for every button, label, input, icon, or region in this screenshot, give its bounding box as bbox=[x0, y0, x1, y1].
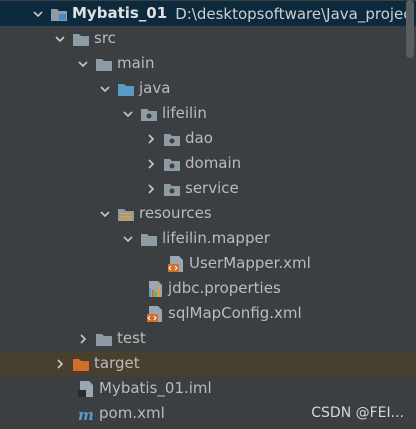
vertical-scrollbar[interactable] bbox=[406, 0, 414, 58]
tree-label-main: main bbox=[117, 54, 155, 72]
resources-root-folder-icon bbox=[117, 205, 135, 223]
tree-row-dao[interactable]: dao bbox=[0, 126, 416, 151]
chevron-down-icon[interactable] bbox=[30, 1, 46, 26]
tree-label-lifeilin-mapper: lifeilin.mapper bbox=[162, 229, 270, 247]
tree-label-iml: Mybatis_01.iml bbox=[99, 379, 212, 397]
tree-label-test: test bbox=[117, 329, 146, 347]
properties-file-icon bbox=[146, 280, 164, 298]
package-icon bbox=[163, 130, 181, 148]
folder-icon bbox=[72, 30, 90, 48]
tree-row-target[interactable]: target bbox=[0, 351, 416, 376]
xml-file-icon bbox=[167, 255, 185, 273]
tree-row-usermapper-xml[interactable]: UserMapper.xml bbox=[0, 251, 416, 276]
maven-file-icon: m bbox=[77, 405, 95, 423]
tree-row-iml[interactable]: Mybatis_01.iml bbox=[0, 376, 416, 401]
folder-icon bbox=[95, 330, 113, 348]
tree-label-jdbc-properties: jdbc.properties bbox=[168, 279, 281, 297]
tree-label-service: service bbox=[185, 179, 239, 197]
xml-file-icon bbox=[146, 305, 164, 323]
chevron-down-icon[interactable] bbox=[52, 26, 68, 51]
tree-row-src[interactable]: src bbox=[0, 26, 416, 51]
chevron-right-icon[interactable] bbox=[75, 326, 91, 351]
tree-row-lifeilin[interactable]: lifeilin bbox=[0, 101, 416, 126]
excluded-folder-icon bbox=[72, 355, 90, 373]
chevron-down-icon[interactable] bbox=[97, 201, 113, 226]
tree-row-root[interactable]: Mybatis_01 D:\desktopsoftware\Java_proje… bbox=[0, 1, 416, 26]
chevron-down-icon[interactable] bbox=[97, 76, 113, 101]
package-icon bbox=[163, 180, 181, 198]
chevron-right-icon[interactable] bbox=[143, 126, 159, 151]
tree-label-domain: domain bbox=[185, 154, 242, 172]
project-tree: Mybatis_01 D:\desktopsoftware\Java_proje… bbox=[0, 0, 416, 429]
project-path: D:\desktopsoftware\Java_projec bbox=[175, 4, 412, 23]
tree-label-pom: pom.xml bbox=[99, 404, 165, 422]
tree-row-service[interactable]: service bbox=[0, 176, 416, 201]
tree-label-usermapper-xml: UserMapper.xml bbox=[189, 254, 311, 272]
watermark: CSDN @FEI... bbox=[311, 405, 404, 421]
tree-label-lifeilin: lifeilin bbox=[162, 104, 207, 122]
chevron-right-icon[interactable] bbox=[52, 351, 68, 376]
tree-label-sqlmapconfig-xml: sqlMapConfig.xml bbox=[168, 304, 302, 322]
tree-label-java: java bbox=[139, 79, 171, 97]
tree-row-sqlmapconfig-xml[interactable]: sqlMapConfig.xml bbox=[0, 301, 416, 326]
package-icon bbox=[140, 105, 158, 123]
svg-text:m: m bbox=[78, 406, 94, 423]
chevron-down-icon[interactable] bbox=[120, 101, 136, 126]
folder-icon bbox=[95, 55, 113, 73]
tree-label-dao: dao bbox=[185, 129, 213, 147]
tree-label-resources: resources bbox=[139, 204, 212, 222]
tree-label-target: target bbox=[94, 354, 140, 372]
tree-row-lifeilin-mapper[interactable]: lifeilin.mapper bbox=[0, 226, 416, 251]
tree-row-java[interactable]: java bbox=[0, 76, 416, 101]
chevron-right-icon[interactable] bbox=[143, 176, 159, 201]
tree-label-root: Mybatis_01 bbox=[72, 4, 168, 22]
chevron-down-icon[interactable] bbox=[120, 226, 136, 251]
chevron-right-icon[interactable] bbox=[143, 151, 159, 176]
tree-row-resources[interactable]: resources bbox=[0, 201, 416, 226]
tree-label-src: src bbox=[94, 29, 116, 47]
folder-icon bbox=[140, 230, 158, 248]
tree-row-domain[interactable]: domain bbox=[0, 151, 416, 176]
chevron-down-icon[interactable] bbox=[75, 51, 91, 76]
package-icon bbox=[163, 155, 181, 173]
module-folder-icon bbox=[50, 5, 68, 23]
iml-file-icon bbox=[77, 380, 95, 398]
tree-row-test[interactable]: test bbox=[0, 326, 416, 351]
tree-row-main[interactable]: main bbox=[0, 51, 416, 76]
tree-row-jdbc-properties[interactable]: jdbc.properties bbox=[0, 276, 416, 301]
source-root-folder-icon bbox=[117, 80, 135, 98]
